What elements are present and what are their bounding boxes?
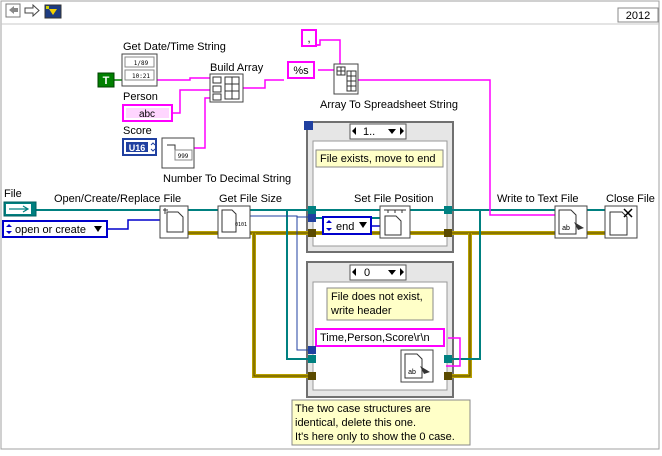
file-path-control[interactable] bbox=[3, 201, 37, 217]
number-to-decimal-node[interactable]: 999 bbox=[161, 137, 195, 169]
run-arrow-icon[interactable] bbox=[5, 3, 21, 18]
end-enum-value: end bbox=[336, 221, 354, 233]
number-to-decimal-label: Number To Decimal String bbox=[163, 173, 291, 185]
case-selector-bottom[interactable]: 0 bbox=[364, 267, 370, 279]
open-create-replace-node[interactable] bbox=[159, 205, 189, 239]
write-to-text-file-label: Write to Text File bbox=[497, 193, 579, 205]
note-line3: It's here only to show the 0 case. bbox=[295, 431, 455, 443]
person-label: Person bbox=[123, 91, 158, 103]
open-or-create-value: open or create bbox=[15, 224, 86, 236]
get-date-time-label: Get Date/Time String bbox=[123, 41, 226, 53]
write-header-node[interactable]: ab bbox=[400, 349, 434, 383]
get-file-size-node[interactable]: 0101 bbox=[217, 205, 251, 239]
delimiter-value: , bbox=[307, 33, 310, 45]
build-array-node[interactable] bbox=[209, 73, 244, 103]
svg-text:ab: ab bbox=[408, 369, 416, 376]
comment-bottom-line2: write header bbox=[330, 305, 392, 317]
note-line2: identical, delete this one. bbox=[295, 417, 416, 429]
case-selector-top[interactable]: 1.. bbox=[363, 126, 375, 138]
write-to-text-file-node[interactable]: ab bbox=[554, 205, 588, 239]
comment-bottom-line1: File does not exist, bbox=[331, 291, 423, 303]
person-type: abc bbox=[139, 109, 155, 120]
version-badge: 2012 bbox=[626, 10, 650, 22]
svg-text:ab: ab bbox=[562, 225, 570, 232]
diagram-canvas: 2012 1.. 0 File open or create T Person … bbox=[0, 0, 660, 450]
close-file-label: Close File bbox=[606, 193, 655, 205]
note-line1: The two case structures are bbox=[295, 403, 431, 415]
score-type: U16 bbox=[129, 143, 146, 153]
score-label: Score bbox=[123, 125, 152, 137]
get-date-time-node[interactable]: 1/89 10:21 bbox=[121, 53, 158, 87]
file-control-label: File bbox=[4, 188, 22, 200]
set-file-position-label: Set File Position bbox=[354, 193, 433, 205]
build-array-label: Build Array bbox=[210, 62, 264, 74]
block-diagram: 2012 1.. 0 File open or create T Person … bbox=[0, 0, 662, 451]
array-to-spreadsheet-label: Array To Spreadsheet String bbox=[320, 99, 458, 111]
comment-top-text: File exists, move to end bbox=[320, 153, 436, 165]
array-to-spreadsheet-node[interactable] bbox=[333, 63, 359, 95]
get-file-size-label: Get File Size bbox=[219, 193, 282, 205]
svg-text:0101: 0101 bbox=[235, 222, 247, 228]
close-file-node[interactable] bbox=[604, 205, 638, 239]
open-create-replace-label: Open/Create/Replace File bbox=[54, 193, 181, 205]
set-file-position-node[interactable] bbox=[379, 205, 411, 239]
labview-vi-icon[interactable] bbox=[44, 4, 62, 19]
svg-text:10:21: 10:21 bbox=[132, 73, 150, 80]
header-string-value: Time,Person,Score\r\n bbox=[320, 332, 430, 344]
svg-text:1/89: 1/89 bbox=[134, 60, 149, 67]
format-string-value: %s bbox=[293, 65, 309, 77]
true-constant-value: T bbox=[103, 75, 110, 87]
svg-text:999: 999 bbox=[178, 153, 189, 160]
